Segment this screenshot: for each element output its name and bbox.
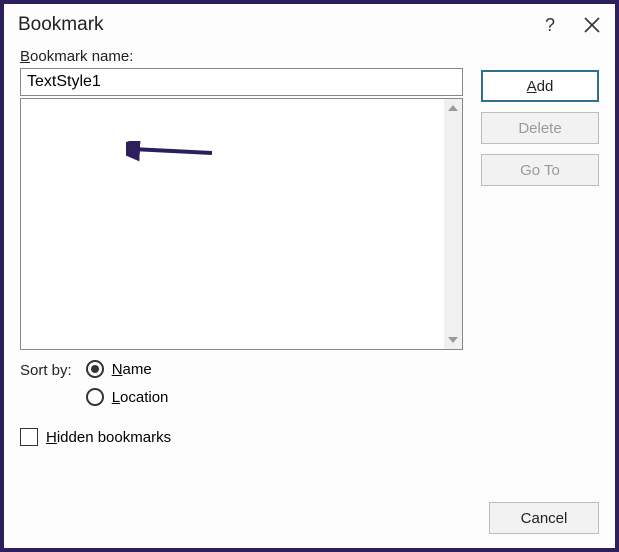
radio-icon xyxy=(86,388,104,406)
close-icon[interactable] xyxy=(583,16,601,34)
goto-button[interactable]: Go To xyxy=(481,154,599,186)
title-controls: ? xyxy=(545,15,601,36)
scroll-up-icon[interactable] xyxy=(444,99,462,117)
checkbox-icon xyxy=(20,428,38,446)
radio-icon xyxy=(86,360,104,378)
hidden-bookmarks-checkbox[interactable]: Hidden bookmarks xyxy=(20,428,463,446)
bookmark-dialog: Bookmark ? Bookmark name: xyxy=(0,0,619,552)
radio-sort-location[interactable]: Location xyxy=(86,388,169,406)
add-button[interactable]: Add xyxy=(481,70,599,102)
sort-by-label: Sort by: xyxy=(20,360,72,379)
radio-sort-name[interactable]: Name xyxy=(86,360,169,378)
bookmark-name-input[interactable] xyxy=(20,68,463,96)
dialog-title: Bookmark xyxy=(18,14,104,36)
cancel-button[interactable]: Cancel xyxy=(489,502,599,534)
delete-button[interactable]: Delete xyxy=(481,112,599,144)
dialog-content: Bookmark name: Sort by: xyxy=(4,44,615,548)
bookmark-name-label: Bookmark name: xyxy=(20,48,463,65)
help-icon[interactable]: ? xyxy=(545,15,555,36)
scroll-down-icon[interactable] xyxy=(444,331,462,349)
bookmark-listbox[interactable] xyxy=(20,98,463,350)
titlebar: Bookmark ? xyxy=(4,4,615,44)
scrollbar[interactable] xyxy=(444,99,462,349)
